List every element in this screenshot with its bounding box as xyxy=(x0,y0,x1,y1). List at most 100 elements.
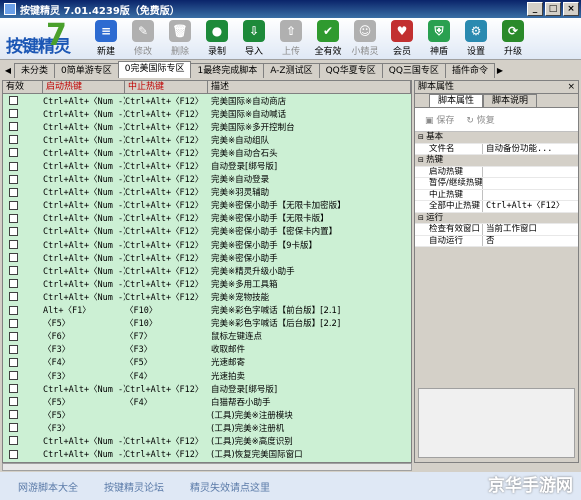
shield-button[interactable]: ⛨ 神盾 xyxy=(421,20,457,57)
gear-button[interactable]: ⚙ 设置 xyxy=(458,20,494,57)
upgrade-button[interactable]: ⟳ 升级 xyxy=(495,20,531,57)
enabled-checkbox[interactable] xyxy=(9,436,18,446)
tab-category[interactable]: A-Z测试区 xyxy=(263,63,320,78)
table-row[interactable]: Ctrl+Alt+〈Num -〉 Ctrl+Alt+〈F12〉 完美※密保小助手【9… xyxy=(3,238,411,251)
enabled-checkbox[interactable] xyxy=(9,357,18,367)
maximize-button[interactable]: □ xyxy=(545,2,561,16)
header-stop-hotkey[interactable]: 中止热键 xyxy=(125,81,208,93)
enabled-checkbox[interactable] xyxy=(9,384,18,394)
table-row[interactable]: Ctrl+Alt+〈Num -〉 Ctrl+Alt+〈F12〉 完美※精灵升级小助手 xyxy=(3,264,411,277)
horizontal-scrollbar[interactable] xyxy=(2,463,412,471)
table-row[interactable]: Ctrl+Alt+〈Num -〉 Ctrl+Alt+〈F12〉 完美※自动合石头 xyxy=(3,146,411,159)
table-row[interactable]: 〈F5〉 〈F4〉 白猫帮吞小助手 xyxy=(3,395,411,408)
table-row[interactable]: 〈F3〉 〈F3〉 收取邮件 xyxy=(3,343,411,356)
property-section-header[interactable]: 热键 xyxy=(415,155,578,167)
property-value[interactable]: 当前工作窗口 xyxy=(483,224,578,235)
enabled-checkbox[interactable] xyxy=(9,240,18,250)
tab-category[interactable]: 1最终完成脚本 xyxy=(190,63,265,78)
property-row[interactable]: 启动热键 xyxy=(415,166,578,178)
enabled-checkbox[interactable] xyxy=(9,449,18,459)
panel-close-icon[interactable]: × xyxy=(567,81,575,93)
tab-category[interactable]: QQ三国专区 xyxy=(381,63,446,78)
tab-category[interactable]: 0简单游专区 xyxy=(54,63,119,78)
property-value[interactable] xyxy=(483,167,578,178)
table-row[interactable]: Ctrl+Alt+〈Num -〉 Ctrl+Alt+〈F12〉 完美国际※多开控制台 xyxy=(3,120,411,133)
link-game-scripts[interactable]: 网游脚本大全 xyxy=(18,479,78,494)
table-row[interactable]: 〈F3〉 〈F4〉 光速拍卖 xyxy=(3,369,411,382)
table-row[interactable]: Ctrl+Alt+〈Num -〉 Ctrl+Alt+〈F12〉 完美※自动组队 xyxy=(3,133,411,146)
property-row[interactable]: 全部中止热键 Ctrl+Alt+〈F12〉 xyxy=(415,201,578,213)
property-value[interactable] xyxy=(483,190,578,201)
table-row[interactable]: 〈F6〉 〈F7〉 鼠标左键连点 xyxy=(3,330,411,343)
table-row[interactable]: Ctrl+Alt+〈Num -〉 Ctrl+Alt+〈F12〉 (工具)完美※高度识… xyxy=(3,434,411,447)
table-row[interactable]: 〈F3〉 (工具)完美※注册机 xyxy=(3,421,411,434)
tab-category[interactable]: QQ华夏专区 xyxy=(318,63,383,78)
property-section-header[interactable]: 基本 xyxy=(415,132,578,144)
table-row[interactable]: Ctrl+Alt+〈Num -〉 Ctrl+Alt+〈F12〉 完美国际※自动商店 xyxy=(3,94,411,107)
header-description[interactable]: 描述 xyxy=(208,81,411,93)
enabled-checkbox[interactable] xyxy=(9,122,18,132)
table-row[interactable]: 〈F5〉 (工具)完美※注册模块 xyxy=(3,408,411,421)
enabled-checkbox[interactable] xyxy=(9,226,18,236)
save-button[interactable]: ▣ 保存 xyxy=(425,113,454,126)
table-row[interactable]: Ctrl+Alt+〈Num -〉 Ctrl+Alt+〈F12〉 完美国际※自动喊话 xyxy=(3,107,411,120)
table-row[interactable]: Ctrl+Alt+〈Num -〉 Ctrl+Alt+〈F12〉 完美※密保小助手【无… xyxy=(3,212,411,225)
link-failure-help[interactable]: 精灵失效请点这里 xyxy=(190,479,270,494)
property-row[interactable]: 文件名 自动备份功能... xyxy=(415,143,578,155)
table-row[interactable]: 〈F5〉 〈F10〉 完美※彩色字喊话【后台版】[2.2] xyxy=(3,317,411,330)
table-row[interactable]: Ctrl+Alt+〈Num -〉 Ctrl+Alt+〈F12〉 (工具)恢复完美国际… xyxy=(3,448,411,461)
table-row[interactable]: Ctrl+Alt+〈Num -〉 Ctrl+Alt+〈F12〉 完美※密保小助手【密… xyxy=(3,225,411,238)
table-row[interactable]: Ctrl+Alt+〈Num -〉 Ctrl+Alt+〈F12〉 完美※多用工具箱 xyxy=(3,277,411,290)
property-row[interactable]: 暂停/继续热键 xyxy=(415,178,578,190)
header-enabled[interactable]: 有效 xyxy=(3,81,43,93)
table-row[interactable]: Ctrl+Alt+〈Num -〉 Ctrl+Alt+〈F12〉 完美※宠物技能 xyxy=(3,290,411,303)
new-button[interactable]: ≡ 新建 xyxy=(88,20,124,57)
enabled-checkbox[interactable] xyxy=(9,96,18,106)
tab-scroll-right-icon[interactable]: ▶ xyxy=(494,64,506,78)
tab-script-properties[interactable]: 脚本属性 xyxy=(429,94,484,107)
table-row[interactable]: Ctrl+Alt+〈Num -〉 Ctrl+Alt+〈F12〉 完美※密保小助手【无… xyxy=(3,199,411,212)
enabled-checkbox[interactable] xyxy=(9,292,18,302)
check-all-button[interactable]: ✔ 全有效 xyxy=(310,20,346,57)
enabled-checkbox[interactable] xyxy=(9,410,18,420)
table-row[interactable]: 〈F4〉 〈F5〉 光速邮寄 xyxy=(3,356,411,369)
restore-button[interactable]: ↻ 恢复 xyxy=(466,113,494,126)
tab-category[interactable]: 插件命令 xyxy=(444,63,495,78)
tab-script-description[interactable]: 脚本说明 xyxy=(483,94,538,107)
property-value[interactable] xyxy=(483,178,578,189)
table-row[interactable]: Alt+〈F1〉 〈F10〉 完美※彩色字喊话【前台版】[2.1] xyxy=(3,304,411,317)
member-button[interactable]: ♥ 会员 xyxy=(384,20,420,57)
enabled-checkbox[interactable] xyxy=(9,135,18,145)
link-forum[interactable]: 按键精灵论坛 xyxy=(104,479,164,494)
enabled-checkbox[interactable] xyxy=(9,187,18,197)
enabled-checkbox[interactable] xyxy=(9,213,18,223)
import-button[interactable]: ⇩ 导入 xyxy=(236,20,272,57)
table-row[interactable]: Ctrl+Alt+〈Num -〉 Ctrl+Alt+〈F12〉 自动登录[绑号版] xyxy=(3,159,411,172)
tab-scroll-left-icon[interactable]: ◀ xyxy=(2,64,14,78)
enabled-checkbox[interactable] xyxy=(9,397,18,407)
enabled-checkbox[interactable] xyxy=(9,344,18,354)
tab-category[interactable]: 未分类 xyxy=(14,63,56,78)
enabled-checkbox[interactable] xyxy=(9,174,18,184)
property-value[interactable]: Ctrl+Alt+〈F12〉 xyxy=(483,201,578,212)
enabled-checkbox[interactable] xyxy=(9,279,18,289)
tab-category[interactable]: 0完美国际专区 xyxy=(117,61,192,78)
enabled-checkbox[interactable] xyxy=(9,161,18,171)
header-start-hotkey[interactable]: 启动热键 xyxy=(43,81,125,93)
property-value[interactable]: 自动备份功能... xyxy=(483,144,578,155)
property-row[interactable]: 中止热键 xyxy=(415,189,578,201)
table-row[interactable]: Ctrl+Alt+〈Num -〉 Ctrl+Alt+〈F12〉 完美※自动登录 xyxy=(3,173,411,186)
enabled-checkbox[interactable] xyxy=(9,331,18,341)
property-value[interactable]: 否 xyxy=(483,236,578,247)
close-button[interactable]: × xyxy=(563,2,579,16)
property-row[interactable]: 自动运行否 xyxy=(415,235,578,247)
enabled-checkbox[interactable] xyxy=(9,305,18,315)
enabled-checkbox[interactable] xyxy=(9,148,18,158)
record-button[interactable]: ● 录制 xyxy=(199,20,235,57)
table-row[interactable]: Ctrl+Alt+〈Num -〉 Ctrl+Alt+〈F12〉 完美※密保小助手 xyxy=(3,251,411,264)
enabled-checkbox[interactable] xyxy=(9,109,18,119)
enabled-checkbox[interactable] xyxy=(9,318,18,328)
table-row[interactable]: Ctrl+Alt+〈Num -〉 Ctrl+Alt+〈F12〉 完美※羽灵辅助 xyxy=(3,186,411,199)
enabled-checkbox[interactable] xyxy=(9,266,18,276)
enabled-checkbox[interactable] xyxy=(9,371,18,381)
